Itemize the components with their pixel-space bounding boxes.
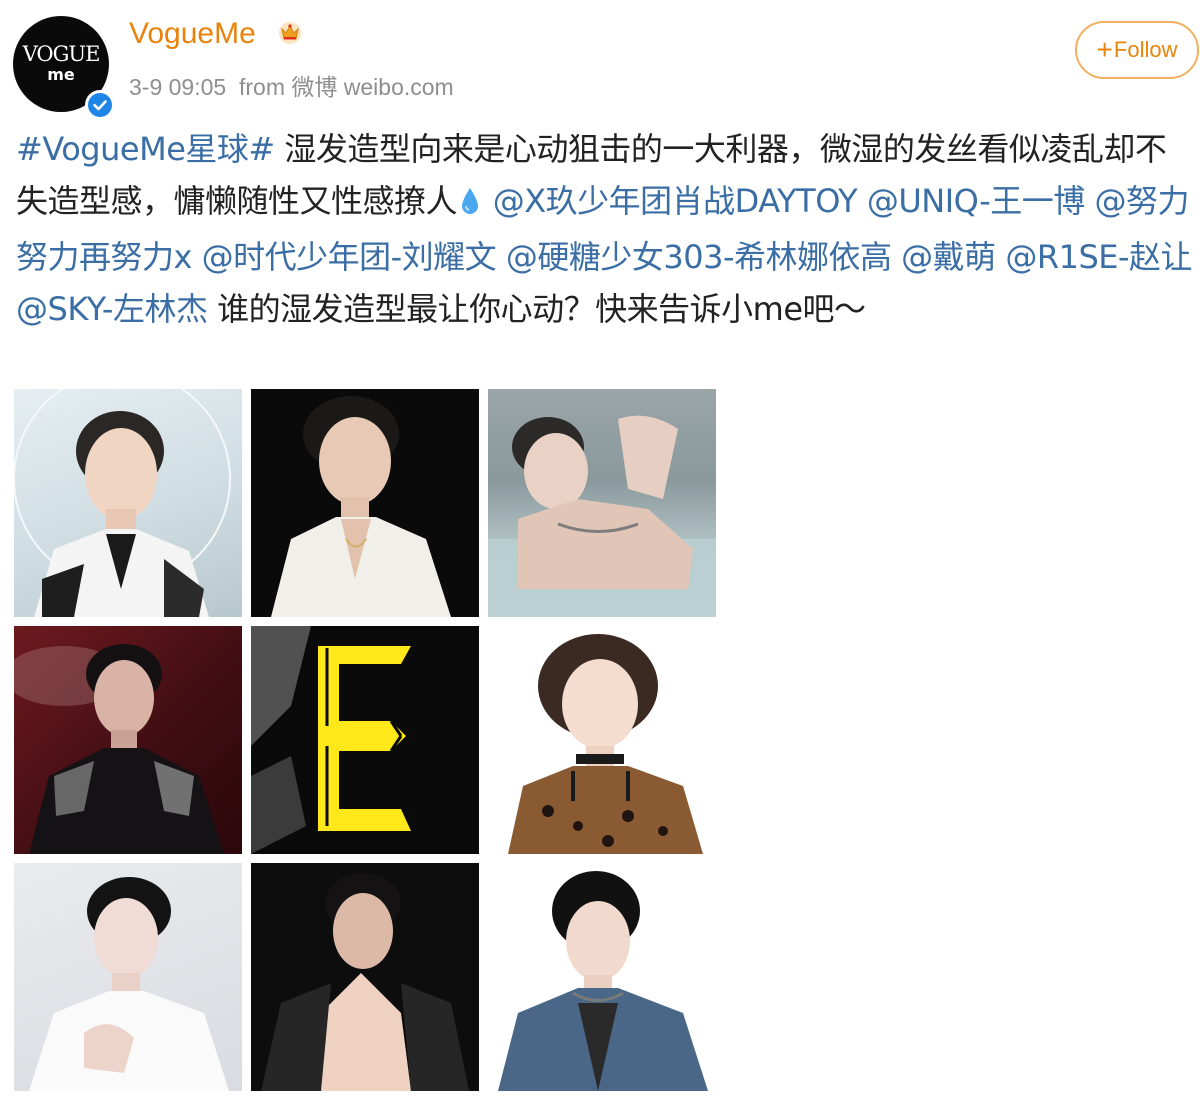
mention-link[interactable]: @UNIQ-王一博: [867, 182, 1085, 220]
hashtag-link[interactable]: #VogueMe星球#: [16, 130, 275, 168]
mention-link[interactable]: @戴萌: [901, 238, 996, 276]
grid-image[interactable]: [488, 863, 716, 1091]
post-text: #VogueMe星球# 湿发造型向来是心动狙击的一大利器，微湿的发丝看似凌乱却不…: [16, 123, 1196, 335]
grid-image[interactable]: [251, 863, 479, 1091]
follow-button[interactable]: + Follow: [1075, 21, 1199, 79]
post-body-2: 谁的湿发造型最让你心动？快来告诉小me吧～: [207, 290, 866, 328]
grid-image[interactable]: [251, 389, 479, 617]
mention-link[interactable]: @SKY-左林杰: [16, 290, 208, 328]
plus-icon: +: [1096, 34, 1113, 65]
verified-badge-icon: [85, 90, 115, 120]
grid-image[interactable]: [488, 389, 716, 617]
grid-image[interactable]: [14, 863, 242, 1091]
mention-link[interactable]: @硬糖少女303-希林娜依高: [506, 238, 892, 276]
grid-image[interactable]: [14, 626, 242, 854]
post-source: from 微博 weibo.com: [238, 74, 454, 100]
post-time: 3-9 09:05: [129, 74, 227, 100]
crown-icon: [277, 20, 303, 48]
grid-image[interactable]: [14, 389, 242, 617]
mention-link[interactable]: @R1SE-赵让: [1005, 238, 1192, 276]
grid-image[interactable]: [251, 626, 479, 854]
grid-image[interactable]: [488, 626, 716, 854]
avatar-vogue-text: VOGUE: [22, 42, 101, 66]
mention-link[interactable]: @X玖少年团肖战DAYTOY: [493, 182, 858, 220]
droplet-icon: [459, 179, 481, 231]
mention-link[interactable]: @时代少年团-刘耀文: [202, 238, 497, 276]
avatar-me-text: me: [47, 65, 75, 84]
username[interactable]: VogueMe: [129, 15, 256, 53]
avatar[interactable]: VOGUE me: [13, 16, 115, 120]
follow-label: Follow: [1113, 37, 1178, 62]
post-meta: 3-9 09:05 from 微博 weibo.com: [129, 71, 454, 103]
